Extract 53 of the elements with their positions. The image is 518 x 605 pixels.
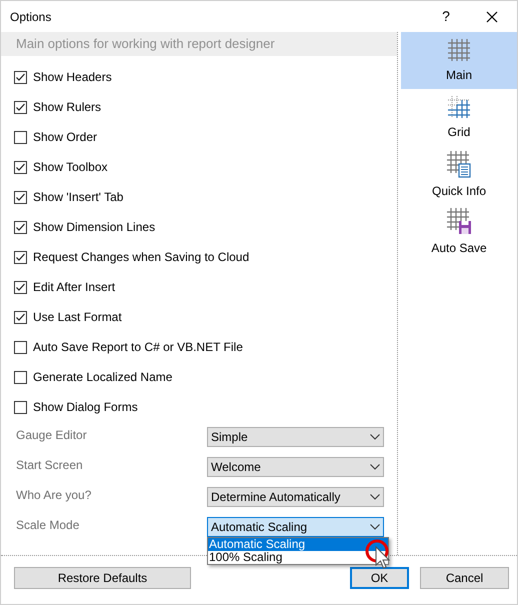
chevron-icon: [370, 464, 380, 470]
sidebar-item[interactable]: Main: [401, 32, 517, 89]
dropdown[interactable]: Simple: [207, 427, 384, 447]
field-label: Scale Mode: [16, 517, 80, 534]
dropdown[interactable]: Welcome: [207, 457, 384, 477]
checkbox[interactable]: [14, 70, 27, 84]
checkbox[interactable]: [14, 130, 27, 144]
grid-document-icon: [446, 150, 472, 178]
checkbox[interactable]: [14, 310, 27, 324]
checkbox[interactable]: [14, 160, 27, 174]
checkbox[interactable]: [14, 190, 27, 204]
checkbox[interactable]: [14, 400, 27, 414]
chevron-icon: [370, 434, 380, 440]
ok-button[interactable]: OK: [350, 567, 409, 589]
field-label: Start Screen: [16, 457, 84, 474]
sidebar-item[interactable]: Grid: [401, 89, 517, 146]
highlight-circle: [365, 539, 389, 563]
checkbox-label: Edit After Insert: [33, 279, 116, 296]
sidebar-item[interactable]: Quick Info: [401, 146, 517, 203]
checkbox[interactable]: [14, 220, 27, 234]
field-label: Who Are you?: [16, 487, 92, 504]
chevron-icon: [370, 494, 380, 500]
checkbox-label: Show Rulers: [33, 99, 102, 116]
grid-disk-icon: [446, 206, 472, 234]
checkbox-label: Show Headers: [33, 69, 112, 86]
checkbox-label: Request Changes when Saving to Cloud: [33, 249, 250, 266]
checkbox-label: Show Order: [33, 129, 98, 146]
checkbox-label: Show 'Insert' Tab: [33, 189, 124, 206]
field-label: Gauge Editor: [16, 427, 88, 444]
help-button[interactable]: ?: [423, 1, 469, 32]
checkbox-label: Show Dialog Forms: [33, 399, 138, 416]
checkbox[interactable]: [14, 280, 27, 294]
checkbox-label: Show Toolbox: [33, 159, 108, 176]
checkbox[interactable]: [14, 370, 27, 384]
checkbox-label: Use Last Format: [33, 309, 122, 326]
checkbox-label: Show Dimension Lines: [33, 219, 156, 236]
grid-icon: [447, 94, 471, 118]
dropdown[interactable]: Automatic Scaling: [207, 517, 384, 537]
cancel-button[interactable]: Cancel: [420, 567, 509, 589]
dropdown-option[interactable]: Automatic Scaling: [208, 538, 388, 551]
grid-icon: [447, 38, 471, 62]
close-icon: [486, 10, 498, 22]
window-title: Options: [10, 8, 52, 26]
dropdown[interactable]: Determine Automatically: [207, 487, 384, 507]
checkbox-label: Auto Save Report to C# or VB.NET File: [33, 339, 243, 356]
checkbox-label: Generate Localized Name: [33, 369, 172, 386]
checkbox[interactable]: [14, 340, 27, 354]
section-header: Main options for working with report designer: [1, 32, 397, 56]
sidebar-item[interactable]: Auto Save: [401, 203, 517, 260]
restore-button[interactable]: Restore Defaults: [14, 567, 191, 589]
chevron-icon: [370, 524, 380, 530]
checkbox[interactable]: [14, 100, 27, 114]
checkbox[interactable]: [14, 250, 27, 264]
